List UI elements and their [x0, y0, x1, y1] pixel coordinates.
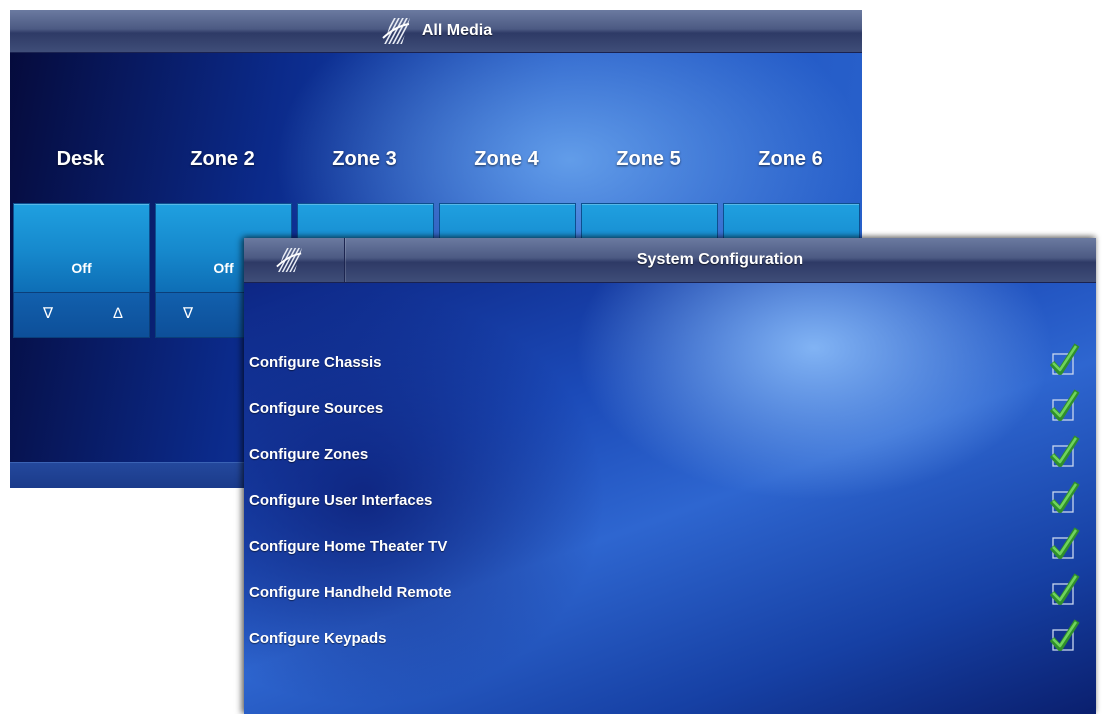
config-item-sources[interactable]: Configure Sources: [244, 389, 1096, 425]
triangle-up-icon[interactable]: ∆: [106, 303, 130, 325]
green-checkmark-icon[interactable]: [1050, 619, 1080, 653]
config-item-label: Configure Home Theater TV: [249, 538, 448, 555]
zone-name-zone-2: Zone 2: [190, 148, 255, 170]
all-media-title: All Media: [421, 22, 493, 39]
green-checkmark-icon[interactable]: [1050, 343, 1080, 377]
zone-name-desk: Desk: [56, 148, 105, 170]
triangle-down-icon[interactable]: ∇: [176, 303, 200, 325]
config-item-user-interfaces[interactable]: Configure User Interfaces: [244, 481, 1096, 517]
zone-tile-desk[interactable]: Off: [13, 203, 150, 293]
zone-names-row: Desk Zone 2 Zone 3 Zone 4 Zone 5 Zone 6: [10, 148, 862, 176]
config-item-label: Configure Zones: [249, 446, 369, 463]
config-item-label: Configure Chassis: [249, 354, 382, 371]
green-checkmark-icon[interactable]: [1050, 435, 1080, 469]
config-item-handheld-remote[interactable]: Configure Handheld Remote: [244, 573, 1096, 609]
config-item-label: Configure Sources: [249, 400, 384, 417]
green-checkmark-icon[interactable]: [1050, 527, 1080, 561]
config-item-home-theater-tv[interactable]: Configure Home Theater TV: [244, 527, 1096, 563]
striped-logo-icon: [380, 16, 412, 46]
all-media-title-bar: All Media: [10, 10, 862, 53]
logo-button[interactable]: [244, 238, 345, 282]
zone-name-zone-5: Zone 5: [616, 148, 681, 170]
zone-name-zone-4: Zone 4: [474, 148, 539, 170]
zone-name-zone-6: Zone 6: [758, 148, 823, 170]
config-item-label: Configure Keypads: [249, 630, 387, 647]
system-configuration-panel: System Configuration Configure Chassis C…: [244, 238, 1096, 714]
zone-status-desk: Off: [71, 260, 92, 276]
config-item-label: Configure User Interfaces: [249, 492, 433, 509]
zone-name-zone-3: Zone 3: [332, 148, 397, 170]
config-item-zones[interactable]: Configure Zones: [244, 435, 1096, 471]
striped-logo-icon: [274, 246, 304, 274]
config-item-keypads[interactable]: Configure Keypads: [244, 619, 1096, 655]
green-checkmark-icon[interactable]: [1050, 573, 1080, 607]
config-item-chassis[interactable]: Configure Chassis: [244, 343, 1096, 379]
green-checkmark-icon[interactable]: [1050, 481, 1080, 515]
triangle-down-icon[interactable]: ∇: [36, 303, 60, 325]
system-configuration-title: System Configuration: [636, 251, 804, 268]
system-configuration-title-bar: System Configuration: [244, 238, 1096, 283]
green-checkmark-icon[interactable]: [1050, 389, 1080, 423]
zone-controls-desk: ∇ ∆: [13, 292, 150, 338]
config-item-label: Configure Handheld Remote: [249, 584, 452, 601]
